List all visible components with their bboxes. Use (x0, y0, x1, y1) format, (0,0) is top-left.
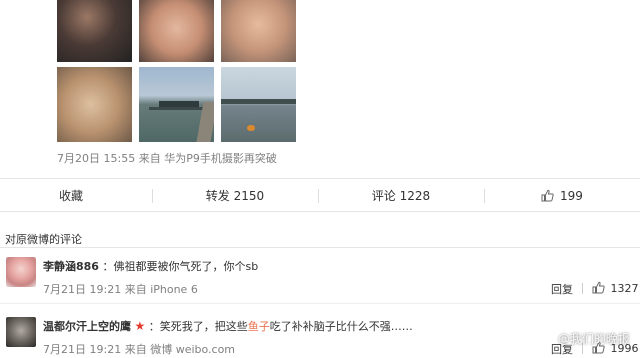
photo-grid (57, 0, 302, 145)
comment-like-count: 1327 (610, 282, 639, 295)
photo-thumbnail-3[interactable] (221, 0, 296, 62)
thumbs-up-icon (541, 189, 554, 202)
photo-treeline-shape (221, 99, 296, 104)
comment-label: 评论 (371, 189, 396, 203)
photo-thumbnail-1[interactable] (57, 0, 132, 62)
photo-buoy-shape (247, 125, 255, 131)
photo-thumbnail-6[interactable] (221, 67, 296, 142)
reply-like-divider (581, 283, 583, 294)
comment-text-part: ：笑死我了，把这些 (148, 320, 248, 333)
repost-label: 转发 (205, 189, 230, 203)
comment-time: 7月21日 19:21 (43, 283, 122, 296)
comment-body: 李静涵886 ：佛祖都要被你气死了，你个sb (43, 258, 258, 274)
post-meta: 7月20日 15:55 来自 华为P9手机摄影再突破 (57, 150, 277, 166)
action-bar: 收藏 转发 2150 评论 1228 199 (0, 178, 640, 212)
comment-item: 李静涵886 ：佛祖都要被你气死了，你个sb 7月21日 19:21 来自 iP… (0, 252, 640, 304)
comment-body: 温都尔汗上空的鹰 ★ ：笑死我了，把这些鱼子吃了补补脑子比什么不强…… (43, 318, 413, 334)
comment-source[interactable]: 来自 iPhone 6 (125, 283, 198, 296)
post-time[interactable]: 7月20日 15:55 (57, 152, 135, 165)
reply-button[interactable]: 回复 (551, 281, 588, 297)
like-button[interactable]: 199 (484, 179, 640, 213)
photo-dock-shape (149, 107, 209, 110)
comments-section-title: 对原微博的评论 (5, 233, 82, 246)
comment-username[interactable]: 李静涵886 (43, 260, 99, 273)
reply-label: 回复 (551, 283, 573, 296)
favorite-label: 收藏 (58, 189, 83, 203)
photo-thumbnail-5[interactable] (139, 67, 214, 142)
thumbs-up-icon (592, 281, 605, 294)
comment-text-part: 吃了补补脑子比什么不强…… (269, 320, 413, 333)
like-count: 199 (559, 189, 583, 203)
comment-text: ：佛祖都要被你气死了，你个sb (102, 260, 259, 273)
section-divider (0, 247, 640, 248)
photo-thumbnail-2[interactable] (139, 0, 214, 62)
weibo-logo-icon (536, 333, 552, 346)
weibo-post-view: 7月20日 15:55 来自 华为P9手机摄影再突破 收藏 转发 2150 评论… (0, 0, 640, 358)
comment-source[interactable]: 来自 微博 weibo.com (125, 343, 235, 356)
avatar[interactable] (6, 317, 36, 347)
comment-time: 7月21日 19:21 (43, 343, 122, 356)
watermark-text: @我们的晚报 (557, 332, 630, 346)
comment-highlight-link[interactable]: 鱼子 (248, 320, 270, 333)
repost-button[interactable]: 转发 2150 (152, 179, 318, 213)
comment-meta: 7月21日 19:21 来自 iPhone 6 (43, 281, 198, 297)
comment-like-button[interactable]: 1327 (592, 281, 639, 295)
avatar[interactable] (6, 257, 36, 287)
photo-thumbnail-4[interactable] (57, 67, 132, 142)
repost-count: 2150 (233, 189, 265, 203)
comment-username[interactable]: 温都尔汗上空的鹰 (43, 320, 131, 333)
favorite-button[interactable]: 收藏 (0, 179, 142, 213)
comment-count: 1228 (399, 189, 431, 203)
comment-meta: 7月21日 19:21 来自 微博 weibo.com (43, 341, 235, 357)
comment-button[interactable]: 评论 1228 (318, 179, 484, 213)
star-badge-icon: ★ (134, 319, 146, 333)
post-source[interactable]: 来自 华为P9手机摄影再突破 (139, 152, 277, 165)
weibo-watermark: @我们的晚报 (536, 330, 630, 347)
